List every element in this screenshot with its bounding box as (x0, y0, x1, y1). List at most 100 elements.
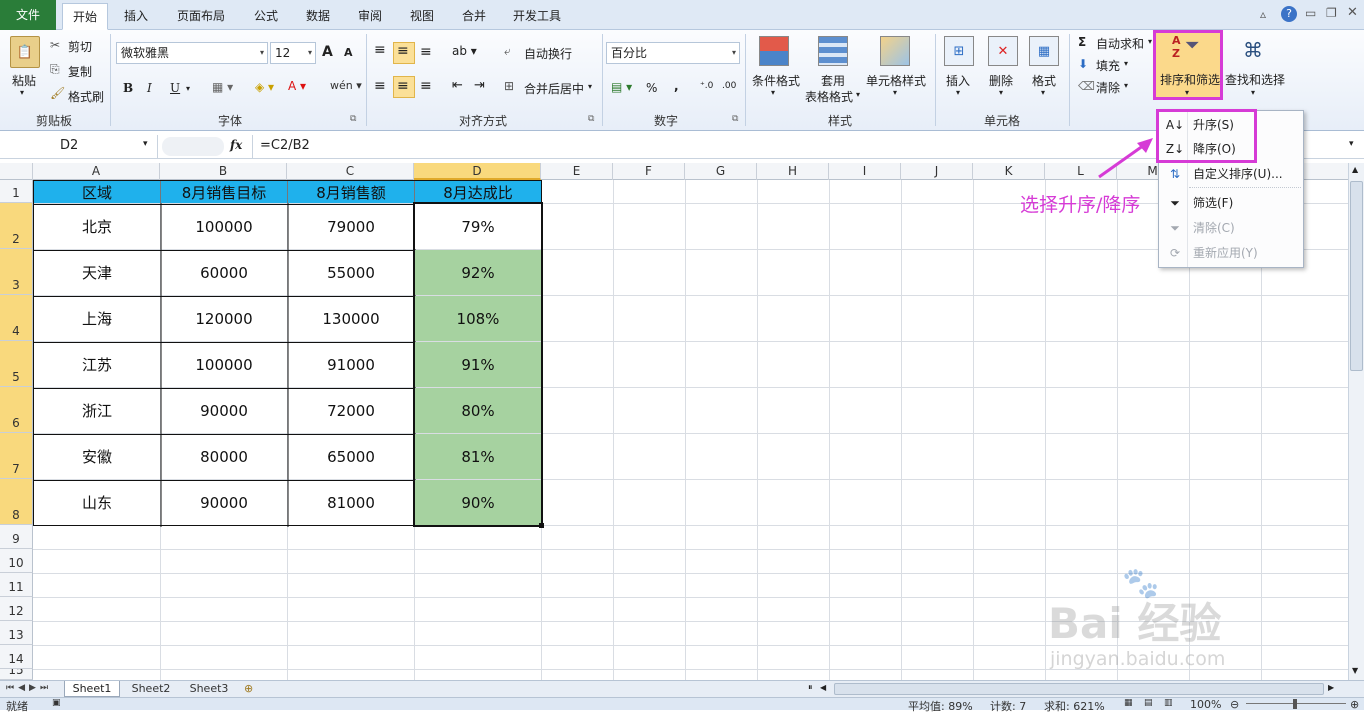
align-bottom-icon[interactable]: ≡ (420, 44, 432, 60)
font-size-combo[interactable]: 12 ▾ (270, 42, 316, 64)
horizontal-scroll-thumb[interactable] (834, 683, 1324, 695)
tab-view[interactable]: 视图 (400, 3, 444, 30)
tab-insert[interactable]: 插入 (114, 3, 158, 30)
dialog-launcher-icon[interactable]: ⧉ (350, 114, 356, 124)
chevron-down-icon[interactable]: ▾ (893, 88, 897, 97)
scroll-up-icon[interactable]: ▲ (1352, 165, 1358, 174)
table-cell[interactable]: 90000 (161, 480, 287, 525)
format-painter-button[interactable]: 格式刷 (68, 88, 104, 105)
close-icon[interactable]: ✕ (1347, 5, 1358, 20)
tab-merge[interactable]: 合并 (452, 3, 496, 30)
phonetic-icon[interactable]: wén ▾ (330, 79, 362, 92)
sheet-tab-1[interactable]: Sheet1 (64, 681, 120, 697)
shrink-font-button[interactable]: A (344, 46, 353, 59)
clear-button[interactable]: 清除 (1096, 79, 1120, 96)
column-header-e[interactable]: E (541, 163, 613, 180)
table-cell[interactable]: 80000 (161, 434, 287, 479)
orientation-icon[interactable]: ab ▾ (452, 44, 477, 58)
table-cell[interactable]: 79000 (288, 204, 414, 249)
table-cell[interactable]: 90000 (161, 388, 287, 433)
row-header-15[interactable]: 15 (0, 669, 33, 680)
hscroll-split-icon[interactable]: ⏸ (808, 683, 813, 693)
align-left-icon[interactable]: ≡ (374, 78, 386, 94)
column-header-h[interactable]: H (757, 163, 829, 180)
delete-cells-button[interactable]: 删除 (989, 72, 1013, 89)
insert-function-button[interactable]: fx (230, 138, 242, 152)
column-header-i[interactable]: I (829, 163, 901, 180)
menu-item-custom-sort[interactable]: ⇅ 自定义排序(U)... (1159, 162, 1303, 186)
tab-formulas[interactable]: 公式 (244, 3, 288, 30)
formula-input[interactable]: =C2/B2 (260, 138, 310, 153)
help-icon[interactable]: ? (1281, 6, 1297, 22)
paste-arrow-icon[interactable]: ▾ (20, 88, 24, 97)
scroll-right-icon[interactable]: ▶ (1328, 683, 1334, 692)
dialog-launcher-icon[interactable]: ⧉ (732, 114, 738, 124)
name-box[interactable]: D2 ▾ (0, 135, 158, 158)
column-header-f[interactable]: F (613, 163, 685, 180)
row-header-13[interactable]: 13 (0, 621, 33, 645)
expand-formula-icon[interactable]: ▾ (1349, 139, 1354, 149)
table-cell[interactable]: 81000 (288, 480, 414, 525)
sheet-tab-2[interactable]: Sheet2 (124, 681, 178, 697)
tab-file[interactable]: 文件 (0, 0, 56, 30)
collapse-ribbon-icon[interactable]: ▵ (1260, 7, 1266, 21)
row-header-7[interactable]: 7 (0, 433, 33, 479)
zoom-level[interactable]: 100% (1190, 698, 1221, 711)
chevron-down-icon[interactable]: ▾ (1148, 37, 1152, 46)
scroll-down-icon[interactable]: ▼ (1352, 666, 1358, 675)
normal-view-icon[interactable]: ▦ (1124, 698, 1133, 708)
chevron-down-icon[interactable]: ▾ (856, 90, 860, 99)
grow-font-button[interactable]: A (322, 44, 333, 60)
table-cell[interactable]: 安徽 (34, 434, 160, 479)
chevron-down-icon[interactable]: ▾ (956, 88, 960, 97)
row-header-2[interactable]: 2 (0, 203, 33, 249)
bold-button[interactable]: B (123, 81, 133, 95)
row-header-5[interactable]: 5 (0, 341, 33, 387)
italic-button[interactable]: I (147, 81, 152, 95)
row-header-3[interactable]: 3 (0, 249, 33, 295)
header-cell-sales[interactable]: 8月销售额 (288, 181, 414, 203)
tab-data[interactable]: 数据 (296, 3, 340, 30)
table-cell[interactable]: 130000 (288, 296, 414, 341)
row-header-11[interactable]: 11 (0, 573, 33, 597)
column-header-k[interactable]: K (973, 163, 1045, 180)
menu-item-filter[interactable]: ⏷ 筛选(F) (1159, 191, 1303, 215)
table-cell[interactable]: 65000 (288, 434, 414, 479)
currency-icon[interactable]: ▤ ▾ (611, 80, 632, 94)
minimize-icon[interactable]: ▭ (1305, 6, 1316, 20)
header-cell-ratio[interactable]: 8月达成比 (415, 181, 541, 203)
table-cell[interactable]: 山东 (34, 480, 160, 525)
dialog-launcher-icon[interactable]: ⧉ (588, 114, 594, 124)
tab-page-layout[interactable]: 页面布局 (168, 3, 234, 30)
merge-center-button[interactable]: 合并后居中 (524, 80, 584, 97)
conditional-format-button[interactable]: 条件格式 (752, 72, 800, 89)
increase-indent-icon[interactable]: ⇥ (474, 78, 485, 93)
chevron-down-icon[interactable]: ▾ (143, 139, 148, 149)
font-name-combo[interactable]: 微软雅黑 ▾ (116, 42, 268, 64)
format-cells-button[interactable]: 格式 (1032, 72, 1056, 89)
fill-button[interactable]: 填充 (1096, 57, 1120, 74)
increase-decimal-icon[interactable]: ⁺.0 (700, 81, 713, 91)
percent-button[interactable]: % (646, 81, 657, 95)
table-cell[interactable]: 60000 (161, 250, 287, 295)
zoom-in-icon[interactable]: ⊕ (1350, 698, 1359, 711)
table-cell[interactable]: 北京 (34, 204, 160, 249)
copy-button[interactable]: 复制 (68, 63, 92, 80)
column-header-a[interactable]: A (33, 163, 160, 180)
align-right-icon[interactable]: ≡ (420, 78, 432, 94)
tab-developer[interactable]: 开发工具 (504, 3, 570, 30)
insert-sheet-icon[interactable]: ⊕ (244, 682, 253, 695)
row-header-9[interactable]: 9 (0, 525, 33, 549)
row-header-14[interactable]: 14 (0, 645, 33, 669)
tab-home[interactable]: 开始 (62, 3, 108, 30)
table-format-label-1[interactable]: 套用 (821, 72, 845, 89)
chevron-down-icon[interactable]: ▾ (1041, 88, 1045, 97)
font-color-icon[interactable]: A ▾ (288, 79, 306, 93)
row-header-1[interactable]: 1 (0, 180, 33, 203)
fill-handle[interactable] (539, 523, 544, 528)
chevron-down-icon[interactable]: ▾ (588, 82, 592, 91)
vertical-scrollbar[interactable]: ▲ ▼ (1348, 163, 1364, 680)
border-icon[interactable]: ▦ ▾ (212, 80, 233, 94)
decrease-indent-icon[interactable]: ⇤ (452, 78, 463, 93)
table-cell[interactable]: 100000 (161, 342, 287, 387)
